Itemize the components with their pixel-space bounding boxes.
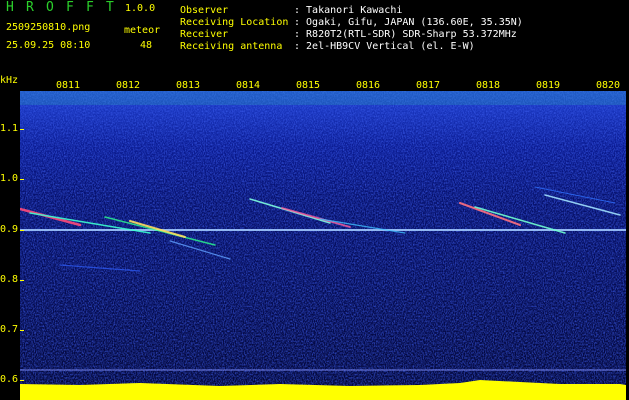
meteor-label: meteor — [124, 25, 161, 36]
file-name: 2509250810.png — [6, 22, 91, 33]
time-label: 0812 — [116, 80, 141, 91]
meteor-count: 48 — [140, 40, 153, 51]
y-label-1-1: 1.1 — [0, 123, 19, 134]
y-tick — [20, 330, 24, 331]
y-label-0-9: 0.9 — [0, 224, 19, 235]
time-label: 0815 — [296, 80, 321, 91]
time-label: 0813 — [176, 80, 201, 91]
y-label-0-7: 0.7 — [0, 324, 19, 335]
time-label: 0820 — [596, 80, 621, 91]
title-letter: H — [6, 0, 14, 15]
antenna-value: : 2el-HB9CV Vertical (el. E-W) — [294, 41, 475, 52]
observer-value: : Takanori Kawachi — [294, 5, 403, 16]
title-letter: F — [66, 0, 74, 15]
y-tick — [20, 280, 24, 281]
time-label: 0814 — [236, 80, 261, 91]
antenna-label: Receiving antenna — [180, 41, 283, 52]
receiver-value: : R820T2(RTL-SDR) SDR-Sharp 53.372MHz — [294, 29, 517, 40]
y-tick — [20, 230, 24, 231]
location-value: : Ogaki, Gifu, JAPAN (136.60E, 35.35N) — [294, 17, 523, 28]
y-axis-unit: kHz — [0, 75, 19, 86]
y-label-1-0: 1.0 — [0, 173, 19, 184]
spectrogram — [20, 91, 626, 400]
app-version: 1.0.0 — [125, 3, 156, 14]
time-label: 0817 — [416, 80, 441, 91]
location-label: Receiving Location — [180, 17, 289, 28]
receiver-label: Receiver — [180, 29, 229, 40]
time-label: 0816 — [356, 80, 381, 91]
y-tick — [20, 380, 24, 381]
hrofft-window: HROFFT 1.0.0 2509250810.png meteor 25.09… — [0, 0, 629, 400]
waterfall-display — [20, 91, 626, 400]
title-letter: R — [26, 0, 34, 15]
time-label: 0819 — [536, 80, 561, 91]
title-letter: F — [86, 0, 94, 15]
y-tick — [20, 179, 24, 180]
title-letter: T — [106, 0, 114, 15]
y-tick — [20, 129, 24, 130]
title-letter: O — [46, 0, 54, 15]
time-label: 0818 — [476, 80, 501, 91]
time-label: 0811 — [56, 80, 81, 91]
app-title: HROFFT — [6, 0, 126, 15]
y-label-0-8: 0.8 — [0, 274, 19, 285]
date-time: 25.09.25 08:10 — [6, 40, 91, 51]
observer-label: Observer — [180, 5, 229, 16]
y-label-0-6: 0.6 — [0, 374, 19, 385]
